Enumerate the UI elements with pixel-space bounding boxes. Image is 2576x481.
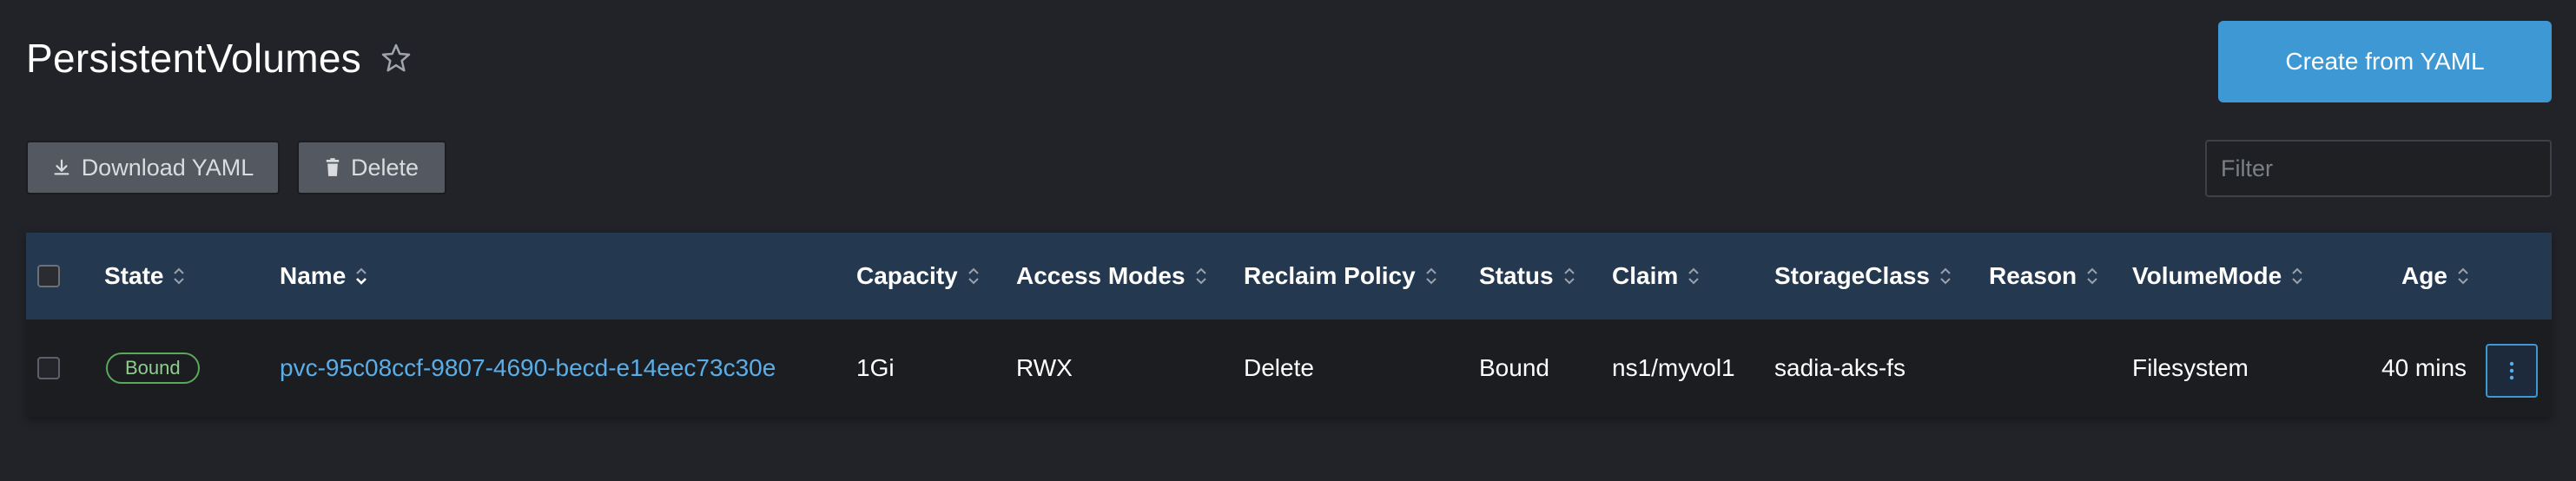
sort-arrows-icon [174,267,185,285]
column-header-status[interactable]: Status [1479,233,1576,320]
persistent-volumes-page: PersistentVolumes Create from YAML Downl… [0,0,2576,481]
sort-arrows-icon [968,267,979,285]
column-label-status: Status [1479,262,1554,289]
row-actions-button[interactable] [2486,344,2538,398]
row-checkbox[interactable] [37,357,60,379]
trash-icon [326,158,340,176]
delete-button[interactable]: Delete [297,141,446,194]
column-label-name: Name [280,262,347,289]
column-label-claim: Claim [1612,262,1679,289]
column-header-access-modes[interactable]: Access Modes [1016,233,1208,320]
column-label-storage-class: StorageClass [1774,262,1930,289]
filter-input[interactable] [2205,140,2552,197]
column-label-state: State [104,262,164,289]
status-cell: Bound [1479,354,1549,381]
column-header-reclaim-policy[interactable]: Reclaim Policy [1244,233,1438,320]
column-header-claim[interactable]: Claim [1612,233,1701,320]
download-yaml-button[interactable]: Download YAML [26,141,280,194]
select-all-checkbox[interactable] [37,265,60,287]
volume-name-link[interactable]: pvc-95c08ccf-9807-4690-becd-e14eec73c30e [280,354,776,382]
sort-arrows-icon [1940,267,1951,285]
star-icon[interactable] [379,41,413,76]
reclaim-policy-cell: Delete [1244,354,1314,381]
capacity-cell: 1Gi [856,354,895,381]
volumes-table: State Name Capacity Access Modes Reclaim… [26,233,2552,417]
access-modes-cell: RWX [1016,354,1073,381]
create-from-yaml-button[interactable]: Create from YAML [2218,21,2552,102]
column-label-age: Age [2401,262,2447,289]
download-icon [54,159,69,175]
column-label-capacity: Capacity [856,262,958,289]
age-cell: 40 mins [2381,354,2467,381]
status-badge: Bound [106,353,200,384]
sort-arrows-icon [1195,267,1206,285]
sort-arrows-icon [356,267,367,285]
column-header-state[interactable]: State [104,233,186,320]
name-cell: pvc-95c08ccf-9807-4690-becd-e14eec73c30e [280,320,776,417]
state-cell: Bound [106,320,200,417]
sort-arrows-icon [2458,267,2468,285]
storage-class-cell: sadia-aks-fs [1774,354,1906,381]
sort-arrows-icon [1563,267,1575,285]
column-label-reclaim-policy: Reclaim Policy [1244,262,1416,289]
page-title: PersistentVolumes [26,36,362,81]
page-header: PersistentVolumes [26,35,413,82]
column-header-storage-class[interactable]: StorageClass [1774,233,1952,320]
column-header-reason[interactable]: Reason [1989,233,2099,320]
claim-cell: ns1/myvol1 [1612,354,1735,381]
column-label-volume-mode: VolumeMode [2132,262,2282,289]
volume-mode-cell: Filesystem [2132,354,2249,381]
select-all-cell [37,233,60,320]
download-yaml-label: Download YAML [81,154,254,181]
column-label-access-modes: Access Modes [1016,262,1186,289]
row-select-cell [37,320,60,417]
table-header-row: State Name Capacity Access Modes Reclaim… [26,233,2552,320]
delete-label: Delete [350,154,419,181]
column-header-name[interactable]: Name [280,233,368,320]
sort-arrows-icon [2292,267,2302,285]
sort-arrows-icon [1425,267,1437,285]
kebab-menu-icon [2509,361,2514,380]
sort-arrows-icon [2087,267,2097,285]
column-label-reason: Reason [1989,262,2077,289]
column-header-capacity[interactable]: Capacity [856,233,981,320]
column-header-volume-mode[interactable]: VolumeMode [2132,233,2304,320]
column-header-age[interactable]: Age [2401,233,2470,320]
sort-arrows-icon [1688,267,1699,285]
